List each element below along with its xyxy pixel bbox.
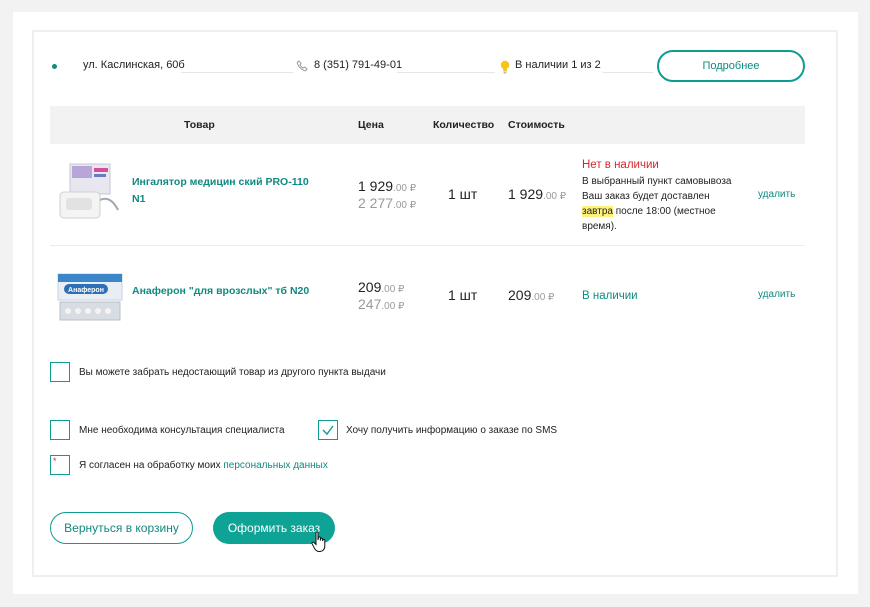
sms-label: Хочу получить информацию о заказе по SMS	[346, 425, 558, 436]
pickup-address: ул. Каслинская, 60б	[83, 59, 185, 71]
price-current-value: 209	[358, 279, 382, 295]
phone-icon	[296, 60, 308, 72]
quantity: 1 шт	[448, 186, 478, 202]
pickup-phone: 8 (351) 791-49-01	[314, 59, 403, 71]
delete-item-button[interactable]: удалить	[758, 289, 795, 300]
price-current-value: 1 929	[358, 178, 394, 194]
price-old-kop: .00 ₽	[381, 301, 405, 312]
header-cost: Стоимость	[508, 119, 565, 131]
back-to-cart-button[interactable]: Вернуться в корзину	[50, 512, 193, 544]
personal-data-link[interactable]: персональных данных	[223, 460, 327, 471]
consent-text: Я согласен на обработку моих	[79, 460, 224, 471]
delivery-note-line1: В выбранный пункт самовывоза	[582, 176, 732, 187]
details-button[interactable]: Подробнее	[657, 50, 805, 82]
inhaler-product-image	[59, 163, 119, 219]
price-current: 1 929.00 ₽	[358, 178, 416, 194]
delivery-note-line2: Ваш заказ будет доставлен	[582, 191, 710, 202]
status-in-stock: В наличии	[582, 290, 638, 302]
delivery-note-line4: время).	[582, 221, 617, 232]
lightbulb-icon	[500, 60, 510, 74]
availability-summary: В наличии 1 из 2	[515, 59, 601, 71]
consent-label: Я согласен на обработку моих персональны…	[79, 460, 328, 471]
consultation-checkbox[interactable]	[50, 420, 70, 440]
product-name[interactable]: Анаферон "для врозслых" тб N20	[132, 283, 309, 300]
cost-kop: .00 ₽	[543, 191, 567, 202]
status-out-of-stock: Нет в наличии	[582, 159, 659, 171]
other-point-label: Вы можете забрать недостающий товар из д…	[79, 367, 386, 378]
price-current-kop: .00 ₽	[393, 183, 417, 194]
header-price: Цена	[358, 119, 384, 131]
delivery-time: после 18:00 (местное	[612, 206, 716, 217]
price-old-kop: .00 ₽	[393, 200, 417, 211]
anaferon-box-label: Анаферон	[68, 287, 104, 294]
cost: 1 929.00 ₽	[508, 186, 566, 202]
sms-checkbox[interactable]	[318, 420, 338, 440]
order-card: ул. Каслинская, 60б 8 (351) 791-49-01 В …	[13, 12, 858, 594]
phone-underline	[397, 72, 495, 73]
address-underline	[181, 72, 293, 73]
price-current: 209.00 ₽	[358, 279, 404, 295]
delivery-note-line3: завтра после 18:00 (местное	[582, 204, 752, 219]
header-product: Товар	[184, 119, 215, 131]
delivery-day-highlight: завтра	[582, 206, 613, 217]
price-old: 2 277.00 ₽	[358, 195, 416, 211]
other-point-checkbox[interactable]	[50, 362, 70, 382]
consultation-label: Мне необходима консультация специалиста	[79, 425, 285, 436]
hand-cursor-icon	[311, 531, 326, 553]
quantity: 1 шт	[448, 287, 478, 303]
price-old: 247.00 ₽	[358, 296, 404, 312]
cost-kop: .00 ₽	[531, 292, 555, 303]
product-name[interactable]: Ингалятор медицин ский PRO-110 N1	[132, 174, 309, 208]
delivery-note: В выбранный пункт самовывоза Ваш заказ б…	[582, 174, 752, 234]
anaferon-product-image: Анаферон	[57, 273, 123, 321]
row-divider	[50, 245, 805, 246]
delete-item-button[interactable]: удалить	[758, 189, 795, 200]
cost: 209.00 ₽	[508, 287, 554, 303]
product-name-line2: N1	[132, 193, 146, 205]
required-mark: *	[53, 456, 57, 466]
price-old-value: 247	[358, 296, 382, 312]
price-current-kop: .00 ₽	[381, 284, 405, 295]
header-quantity: Количество	[433, 119, 495, 131]
location-dot-icon	[52, 64, 57, 69]
cost-value: 1 929	[508, 186, 544, 202]
availability-underline	[603, 72, 653, 73]
product-name-line1: Ингалятор медицин ский PRO-110	[132, 176, 309, 188]
price-old-value: 2 277	[358, 195, 394, 211]
cost-value: 209	[508, 287, 532, 303]
table-header: Товар Цена Количество Стоимость	[50, 106, 805, 144]
checkmark-icon	[322, 425, 334, 436]
